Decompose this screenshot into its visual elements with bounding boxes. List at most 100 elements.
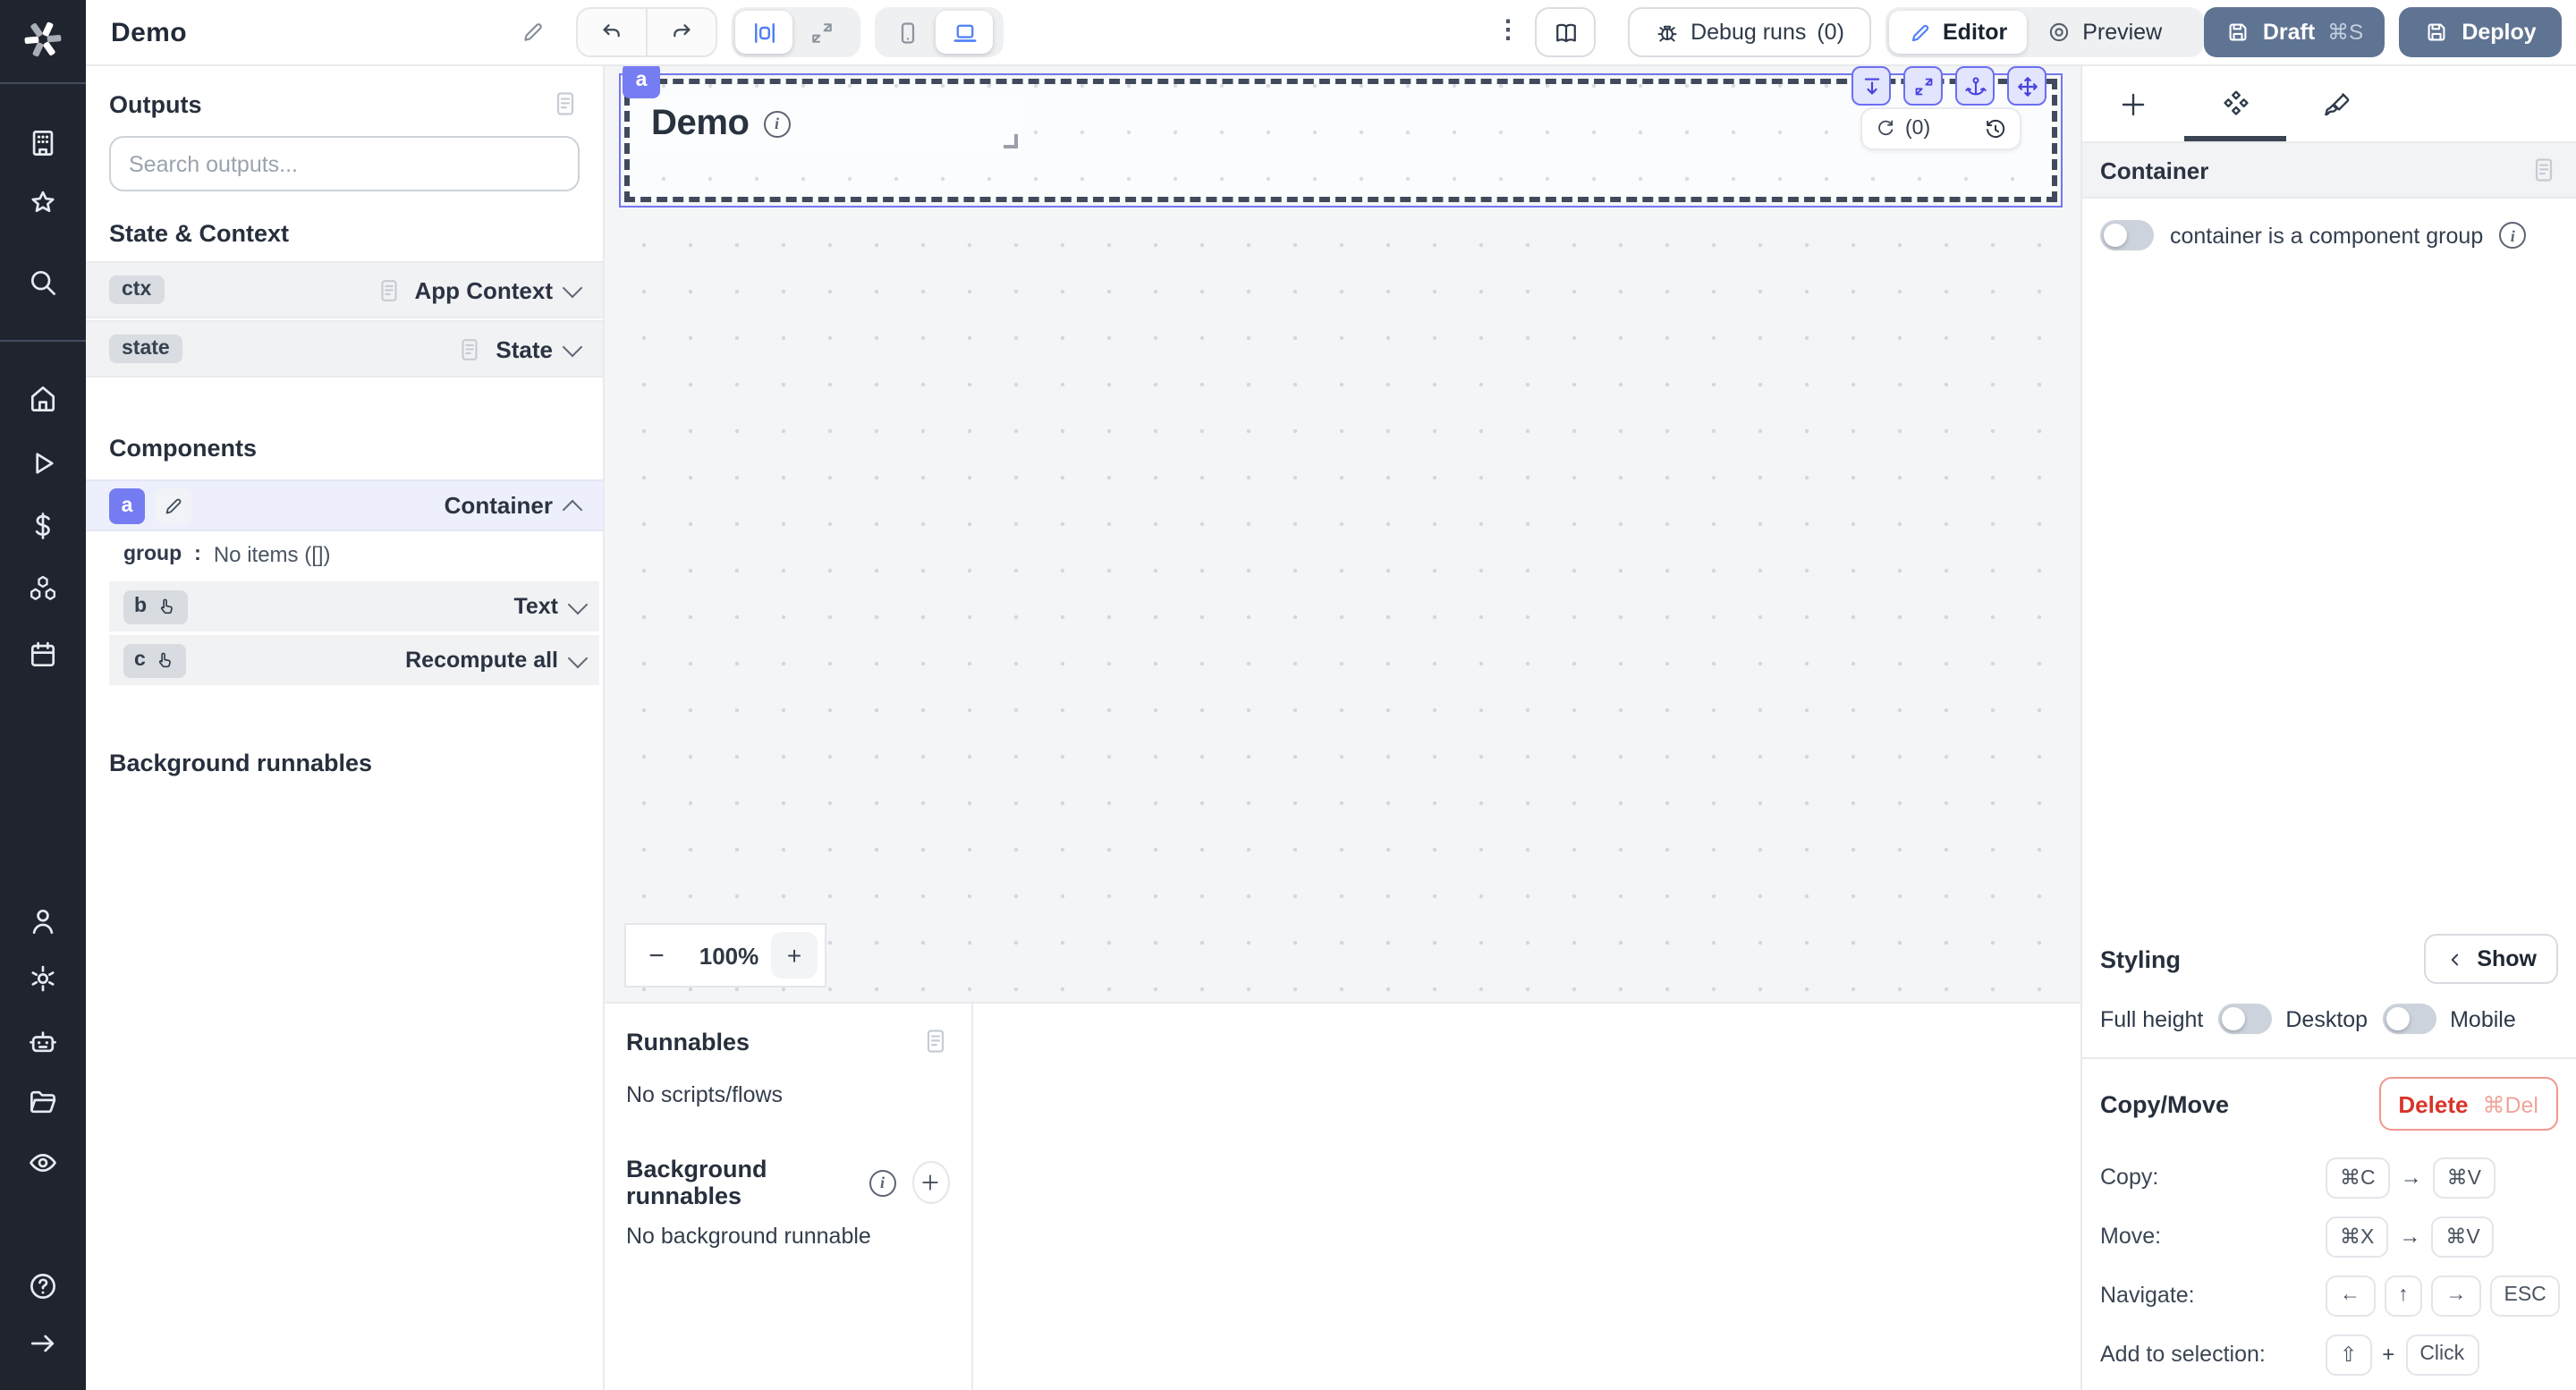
settings-gear-icon[interactable]: [27, 962, 59, 995]
save-draft-button[interactable]: Draft ⌘S: [2204, 7, 2385, 57]
recompute-component-row[interactable]: c Recompute all: [109, 631, 599, 685]
text-component-row[interactable]: b Text: [109, 581, 599, 631]
state-context-title: State & Context: [109, 220, 580, 247]
fullscreen-expand-button[interactable]: [1903, 66, 1943, 106]
navigate-label: Navigate:: [2100, 1283, 2326, 1308]
settings-components-tab[interactable]: [2184, 66, 2286, 141]
device-toggle-group: [875, 7, 1004, 57]
group-colon: :: [194, 544, 201, 565]
recompute-type-label: Recompute all: [405, 648, 558, 673]
container-doc-icon[interactable]: [2529, 156, 2558, 184]
variables-dollar-icon[interactable]: [27, 510, 59, 542]
chevron-down-icon[interactable]: [568, 594, 589, 614]
insert-component-tab[interactable]: [2082, 66, 2184, 141]
editor-label: Editor: [1943, 20, 2007, 45]
add-selection-shortcut-row: Add to selection: ⇧ + Click: [2100, 1333, 2558, 1376]
desktop-full-height-toggle[interactable]: [2217, 1004, 2271, 1034]
audit-eye-icon[interactable]: [27, 1147, 59, 1179]
schedules-calendar-icon[interactable]: [27, 639, 59, 671]
info-icon[interactable]: i: [869, 1169, 895, 1196]
rename-pencil-icon[interactable]: [521, 20, 546, 45]
container-component-row[interactable]: a Container: [86, 479, 603, 531]
info-icon[interactable]: i: [2499, 222, 2526, 249]
refresh-icon[interactable]: [1875, 118, 1896, 140]
edit-id-pencil-icon[interactable]: [156, 487, 191, 523]
editor-preview-switch: Editor Preview: [1885, 7, 2204, 57]
desktop-laptop-toggle[interactable]: [936, 11, 993, 54]
help-icon[interactable]: [27, 1270, 59, 1302]
preview-tab[interactable]: Preview: [2027, 11, 2182, 54]
copy-move-section: Copy/Move Delete ⌘Del Copy: ⌘C → ⌘V Move…: [2082, 1059, 2576, 1390]
component-group-toggle[interactable]: [2100, 220, 2154, 250]
kbd-up: ↑: [2384, 1275, 2423, 1316]
component-b-badge[interactable]: b: [123, 589, 188, 623]
app-canvas[interactable]: a Demo i (0) − 100% +: [605, 66, 2080, 1002]
component-c-badge[interactable]: c: [123, 643, 187, 677]
runnables-title: Runnables: [626, 1028, 750, 1055]
outputs-doc-icon[interactable]: [551, 89, 580, 118]
anchor-button[interactable]: [1955, 66, 1995, 106]
save-floppy-icon: [2225, 20, 2250, 45]
deploy-button[interactable]: Deploy: [2399, 7, 2562, 57]
zoom-out-button[interactable]: −: [626, 925, 687, 986]
selection-id-chip[interactable]: a: [623, 63, 660, 98]
expand-down-button[interactable]: [1852, 66, 1891, 106]
show-styling-button[interactable]: Show: [2423, 934, 2558, 984]
delete-label: Delete: [2398, 1090, 2468, 1117]
docs-book-button[interactable]: [1535, 7, 1596, 57]
container-children-list: b Text c Recompute all: [109, 581, 599, 685]
history-clock-icon[interactable]: [1984, 117, 2007, 140]
redo-button[interactable]: [646, 9, 716, 55]
fullwidth-expand-toggle[interactable]: [792, 11, 850, 54]
folders-icon[interactable]: [27, 1086, 59, 1118]
info-icon[interactable]: i: [764, 110, 791, 137]
debug-runs-button[interactable]: Debug runs (0): [1628, 7, 1871, 57]
group-value: No items ([]): [214, 542, 331, 567]
show-label: Show: [2477, 946, 2537, 971]
runnables-doc-icon[interactable]: [921, 1027, 950, 1055]
move-button[interactable]: [2007, 66, 2046, 106]
collapse-arrow-icon[interactable]: [27, 1327, 59, 1360]
search-icon[interactable]: [27, 267, 59, 299]
navigate-shortcut-row: Navigate: ← ↑ → ESC: [2100, 1274, 2558, 1317]
chevron-up-icon[interactable]: [563, 499, 583, 520]
selected-container[interactable]: a Demo i: [624, 79, 2057, 202]
undo-button[interactable]: [578, 9, 646, 55]
component-group-toggle-label: container is a component group: [2170, 223, 2483, 248]
kbd-shift: ⇧: [2326, 1334, 2371, 1375]
workers-robot-icon[interactable]: [27, 1025, 59, 1057]
delete-button[interactable]: Delete ⌘Del: [2378, 1077, 2558, 1131]
component-c-id: c: [134, 649, 146, 671]
runs-play-icon[interactable]: [27, 447, 59, 479]
workspace-building-icon[interactable]: [27, 127, 59, 159]
state-output-row[interactable]: state State: [86, 320, 603, 377]
mobile-phone-toggle[interactable]: [878, 11, 936, 54]
center-align-toggle[interactable]: [735, 11, 792, 54]
diamonds-icon: [2219, 88, 2251, 120]
chevron-down-icon[interactable]: [563, 277, 583, 298]
user-icon[interactable]: [27, 905, 59, 937]
delete-shortcut: ⌘Del: [2482, 1090, 2538, 1117]
styling-brush-tab[interactable]: [2286, 66, 2388, 141]
zoom-in-button[interactable]: +: [771, 932, 818, 979]
add-background-runnable-button[interactable]: [911, 1161, 950, 1204]
home-icon[interactable]: [27, 383, 59, 415]
chevron-down-icon[interactable]: [563, 336, 583, 357]
ctx-doc-icon[interactable]: [375, 276, 402, 303]
background-runnables-title: Background runnables: [109, 750, 580, 776]
search-outputs-input[interactable]: [109, 136, 580, 191]
ctx-output-row[interactable]: ctx App Context: [86, 261, 603, 318]
text-component-cell[interactable]: Demo i: [633, 95, 1021, 152]
mobile-full-height-toggle[interactable]: [2382, 1004, 2436, 1034]
state-doc-icon[interactable]: [456, 335, 483, 362]
full-height-label: Full height: [2100, 1006, 2203, 1031]
favorites-star-icon[interactable]: [27, 188, 59, 220]
text-type-label: Text: [513, 594, 558, 619]
windmill-logo[interactable]: [20, 16, 66, 72]
resources-cubes-icon[interactable]: [27, 572, 59, 605]
chevron-down-icon[interactable]: [568, 648, 589, 668]
resize-handle[interactable]: [1004, 134, 1018, 148]
more-menu-kebab-icon[interactable]: ⋮: [1496, 14, 1521, 45]
editor-tab[interactable]: Editor: [1889, 11, 2027, 54]
kbd-paste: ⌘V: [2431, 1216, 2494, 1257]
